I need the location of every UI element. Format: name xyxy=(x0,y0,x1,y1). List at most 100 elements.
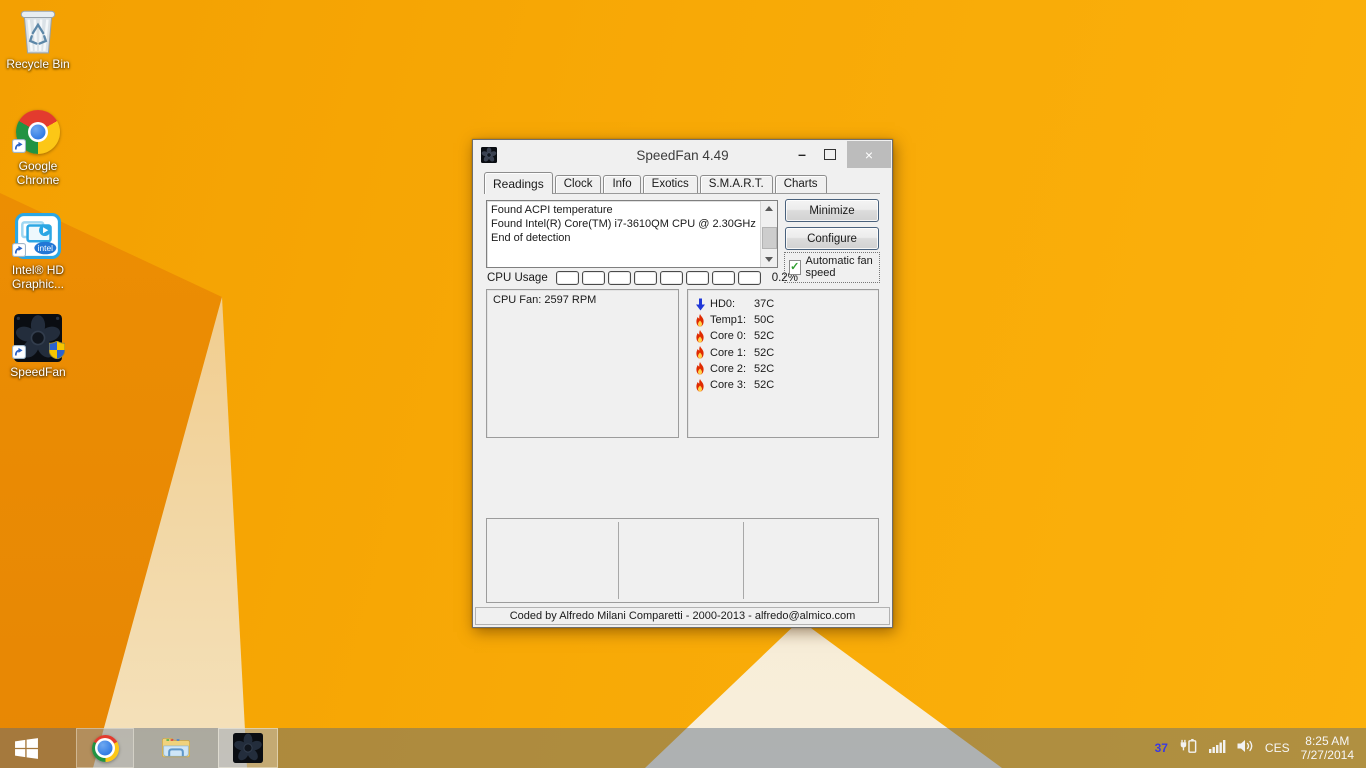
flame-icon xyxy=(695,346,710,359)
system-tray: 37 xyxy=(1155,734,1366,762)
sensor-label: Core 1: xyxy=(710,347,754,359)
file-explorer-icon xyxy=(161,735,191,761)
taskbar-speedfan-button[interactable] xyxy=(218,728,278,768)
titlebar[interactable]: SpeedFan 4.49 – × xyxy=(473,140,892,170)
speedfan-icon xyxy=(233,733,263,763)
desktop-icon-label: Recycle Bin xyxy=(6,57,69,71)
panel-divider xyxy=(618,522,619,599)
sensor-row: HD0: 37C xyxy=(688,290,878,312)
security-shield-icon xyxy=(49,341,65,364)
cpu-usage-segment xyxy=(686,271,709,285)
keyboard-layout-indicator[interactable]: CES xyxy=(1265,741,1290,755)
desktop-icon-label: Google Chrome xyxy=(9,159,67,187)
tab-smart[interactable]: S.M.A.R.T. xyxy=(700,175,773,193)
temperature-readings-panel: HD0: 37C Temp1: 50C Core 0: 52C Core 1: … xyxy=(687,289,879,438)
panel-divider xyxy=(743,522,744,599)
desktop-icon-google-chrome[interactable]: Google Chrome xyxy=(0,108,76,187)
temp-down-arrow-icon xyxy=(695,298,710,311)
sensor-value: 52C xyxy=(754,379,774,391)
desktop-icon-speedfan[interactable]: SpeedFan xyxy=(0,314,76,379)
flame-icon xyxy=(695,379,710,392)
svg-text:intel: intel xyxy=(38,243,53,253)
cpu-usage-segment xyxy=(738,271,761,285)
tab-clock[interactable]: Clock xyxy=(555,175,602,193)
sensor-value: 52C xyxy=(754,363,774,375)
maximize-icon xyxy=(824,149,836,160)
configure-button[interactable]: Configure xyxy=(785,227,879,250)
scroll-up-icon[interactable] xyxy=(761,201,777,216)
intel-hd-icon: intel xyxy=(14,212,62,260)
log-line: Found ACPI temperature xyxy=(491,203,756,217)
minimize-window-button[interactable]: – xyxy=(791,143,813,165)
volume-icon[interactable] xyxy=(1237,739,1254,758)
desktop-icon-label: Intel® HD Graphic... xyxy=(0,263,76,291)
flame-icon xyxy=(695,314,710,327)
sensor-row: Core 0: 52C xyxy=(688,328,878,344)
sensor-row: Core 1: 52C xyxy=(688,345,878,361)
desktop-icon-intel-hd[interactable]: intel Intel® HD Graphic... xyxy=(0,212,76,291)
fan-readings-panel: CPU Fan: 2597 RPM xyxy=(486,289,679,438)
bottom-info-panel xyxy=(486,518,879,603)
shortcut-arrow-icon xyxy=(12,139,26,158)
cpu-usage-segment xyxy=(712,271,735,285)
speedfan-icon xyxy=(14,314,62,362)
tab-strip: Readings Clock Info Exotics S.M.A.R.T. C… xyxy=(484,172,880,194)
minimize-button[interactable]: Minimize xyxy=(785,199,879,222)
close-window-button[interactable]: × xyxy=(847,141,891,168)
sensor-value: 37C xyxy=(754,298,774,310)
cpu-usage-segment xyxy=(582,271,605,285)
tab-readings[interactable]: Readings xyxy=(484,172,553,194)
flame-icon xyxy=(695,330,710,343)
tab-charts[interactable]: Charts xyxy=(775,175,827,193)
scrollbar-thumb[interactable] xyxy=(762,227,777,249)
automatic-fan-speed-checkbox[interactable]: ✓ xyxy=(789,260,801,275)
sensor-value: 52C xyxy=(754,347,774,359)
tab-info[interactable]: Info xyxy=(603,175,640,193)
automatic-fan-speed-label: Automatic fan speed xyxy=(806,256,879,279)
maximize-window-button[interactable] xyxy=(819,143,841,165)
cpu-usage-segment xyxy=(634,271,657,285)
chrome-icon xyxy=(14,108,62,156)
status-bar: Coded by Alfredo Milani Comparetti - 200… xyxy=(475,607,890,625)
automatic-fan-speed-group: ✓ Automatic fan speed xyxy=(784,252,880,283)
sensor-label: Temp1: xyxy=(710,314,754,326)
cpu-fan-reading: CPU Fan: 2597 RPM xyxy=(487,290,678,310)
cpu-usage-segment xyxy=(556,271,579,285)
shortcut-arrow-icon xyxy=(12,345,26,364)
sensor-row: Core 2: 52C xyxy=(688,361,878,377)
tray-date: 7/27/2014 xyxy=(1301,748,1354,762)
taskbar: 37 xyxy=(0,728,1366,768)
tray-clock[interactable]: 8:25 AM 7/27/2014 xyxy=(1301,734,1354,762)
power-icon[interactable] xyxy=(1179,738,1198,759)
scroll-down-icon[interactable] xyxy=(761,252,777,267)
cpu-usage-label: CPU Usage xyxy=(487,272,548,284)
chrome-icon xyxy=(92,735,119,762)
log-scrollbar[interactable] xyxy=(760,201,777,267)
sensor-value: 52C xyxy=(754,330,774,342)
taskbar-chrome-button[interactable] xyxy=(76,728,134,768)
flame-icon xyxy=(695,362,710,375)
recycle-bin-icon xyxy=(14,6,62,54)
cpu-usage-row: CPU Usage 0.2% xyxy=(487,270,798,286)
desktop-icon-label: SpeedFan xyxy=(10,365,65,379)
speedfan-window: SpeedFan 4.49 – × Readings Clock Info Ex… xyxy=(472,139,893,628)
desktop-screen: Recycle Bin Google Chrome intel xyxy=(0,0,1366,768)
desktop-icon-recycle-bin[interactable]: Recycle Bin xyxy=(0,6,76,71)
start-button[interactable] xyxy=(0,728,52,768)
sensor-label: HD0: xyxy=(710,298,754,310)
shortcut-arrow-icon xyxy=(12,243,26,262)
cpu-usage-segment xyxy=(660,271,683,285)
network-signal-icon[interactable] xyxy=(1209,739,1226,758)
windows-logo-icon xyxy=(14,738,39,759)
detection-log[interactable]: Found ACPI temperature Found Intel(R) Co… xyxy=(486,200,778,268)
sensor-row: Temp1: 50C xyxy=(688,312,878,328)
taskbar-file-explorer-button[interactable] xyxy=(147,728,205,768)
speedfan-tray-temperature[interactable]: 37 xyxy=(1155,741,1168,755)
cpu-usage-segment xyxy=(608,271,631,285)
tray-time: 8:25 AM xyxy=(1301,734,1354,748)
sensor-row: Core 3: 52C xyxy=(688,377,878,393)
sensor-value: 50C xyxy=(754,314,774,326)
sensor-label: Core 0: xyxy=(710,330,754,342)
tab-exotics[interactable]: Exotics xyxy=(643,175,698,193)
log-line: Found Intel(R) Core(TM) i7-3610QM CPU @ … xyxy=(491,217,756,231)
